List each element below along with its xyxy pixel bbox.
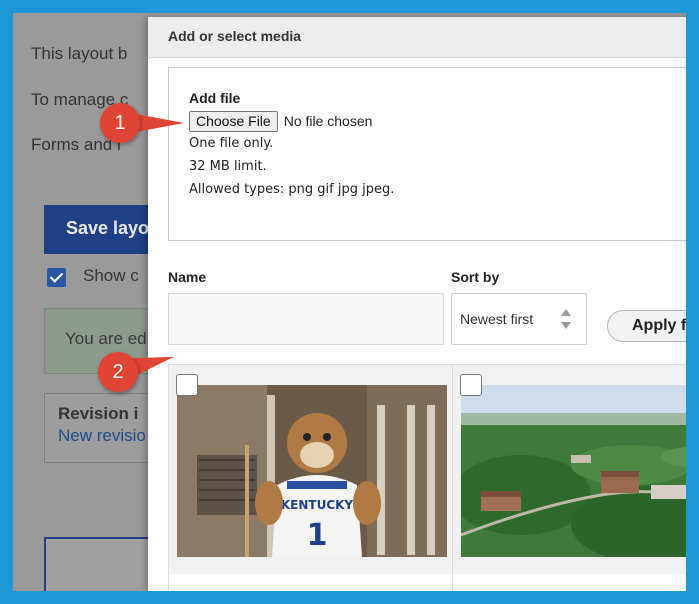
svg-text:KENTUCKY: KENTUCKY [281, 498, 354, 512]
upload-panel: Add file Choose File No file chosen One … [168, 67, 686, 241]
media-filename: WildcatMascot.jpg [169, 574, 453, 591]
file-status: No file chosen [283, 113, 373, 129]
sort-value: Newest first [460, 311, 534, 327]
name-label: Name [168, 269, 207, 285]
callout-pointer [136, 114, 184, 132]
media-select-checkbox[interactable] [460, 374, 482, 396]
callout-badge-2: 2 [98, 352, 138, 392]
callout-badge-1: 1 [100, 103, 140, 143]
svg-text:1: 1 [307, 518, 328, 553]
name-input[interactable] [168, 293, 444, 345]
apply-filters-button[interactable]: Apply fil [607, 310, 686, 342]
media-item[interactable]: KENTUCKY 1 WildcatMascot.jpg [168, 364, 454, 591]
media-dialog: Add or select media Add file Choose File… [148, 17, 686, 591]
media-thumbnail-wildcat[interactable]: KENTUCKY 1 [177, 385, 447, 557]
sort-arrows-icon [561, 309, 571, 331]
media-select-checkbox[interactable] [176, 374, 198, 396]
sort-label: Sort by [451, 269, 500, 285]
background-text-1: This layout b [31, 44, 128, 63]
add-file-label: Add file [189, 90, 241, 106]
choose-file-button[interactable]: Choose File [189, 110, 278, 132]
upload-hint-count: One file only. [189, 136, 274, 151]
upload-hint-size: 32 MB limit. [189, 159, 267, 174]
media-filename: northcentral4h_0.jpg [453, 574, 686, 591]
media-item[interactable]: northcentral4h_0.jpg [452, 364, 686, 591]
show-checkbox[interactable] [47, 268, 66, 287]
media-thumbnail-campus[interactable] [461, 385, 686, 557]
upload-hint-types: Allowed types: png gif jpg jpeg. [189, 182, 395, 197]
dialog-title: Add or select media [148, 17, 686, 58]
screenshot-frame: This layout b To manage c Forms and i Sa… [0, 0, 699, 604]
show-label: Show c [83, 266, 139, 285]
sort-select[interactable]: Newest first [451, 293, 587, 345]
